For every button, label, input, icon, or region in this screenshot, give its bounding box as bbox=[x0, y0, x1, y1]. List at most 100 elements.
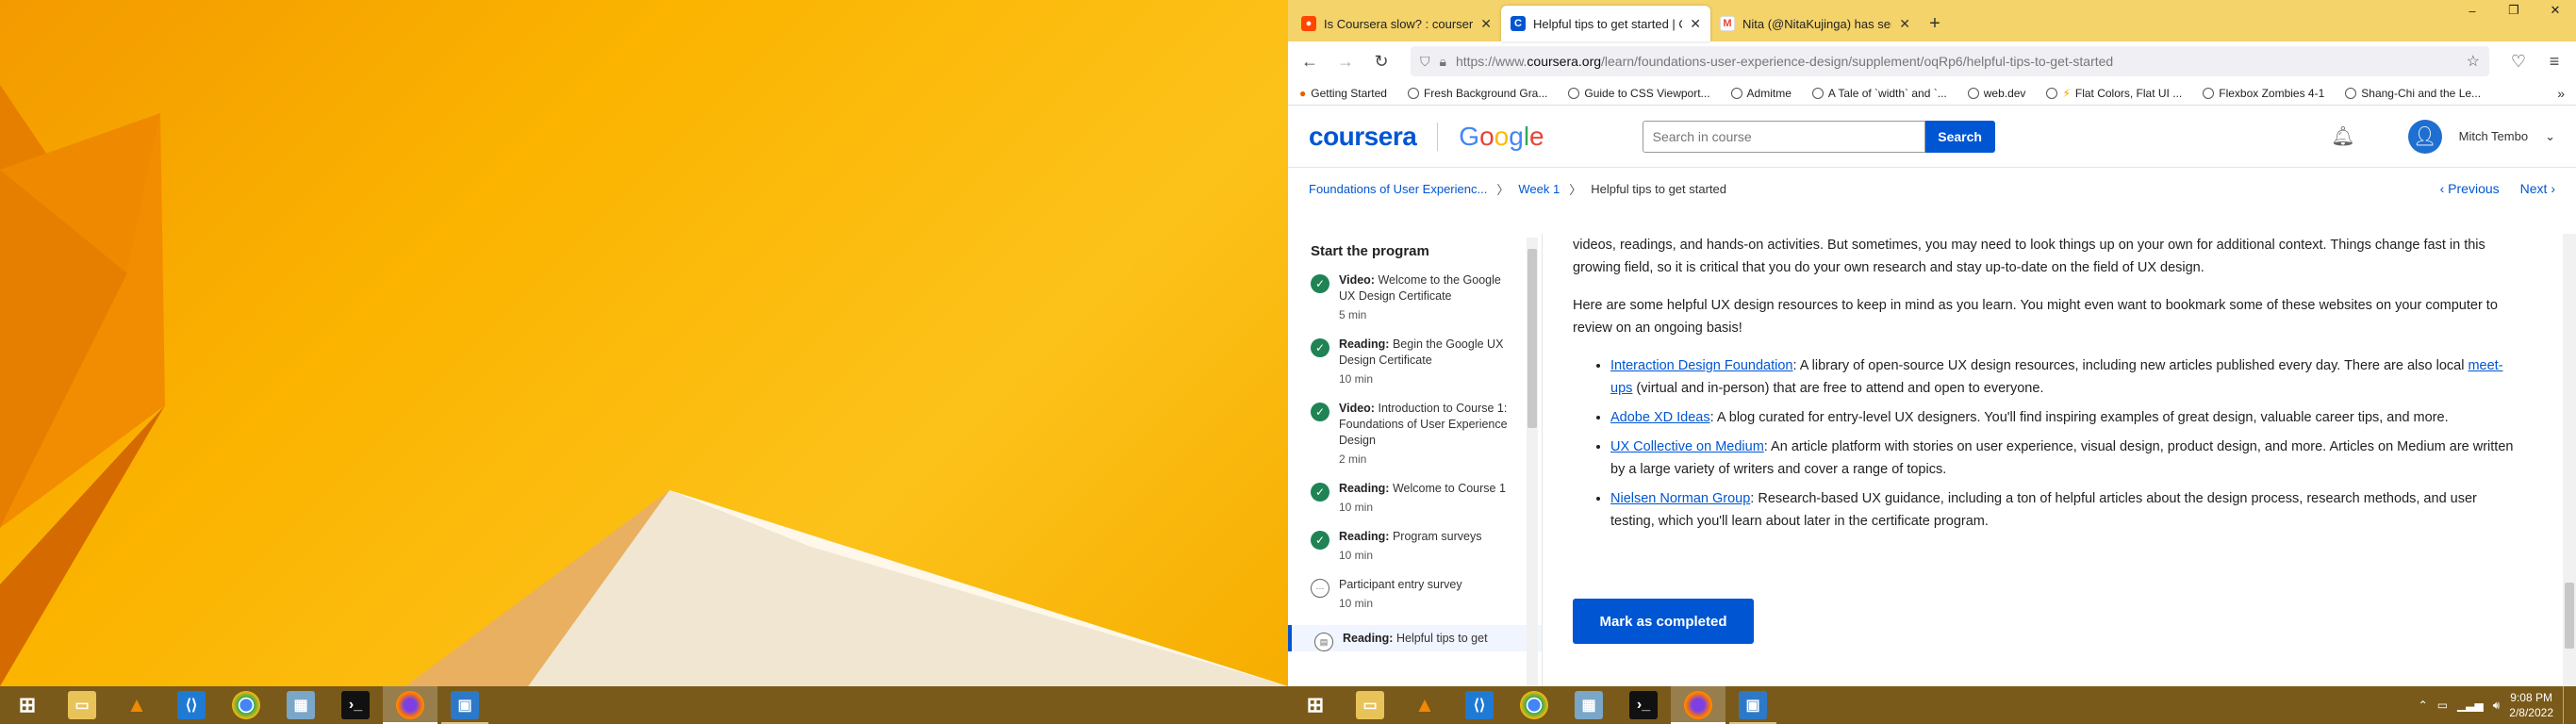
user-name[interactable]: Mitch Tembo bbox=[2459, 129, 2528, 143]
content-scrollbar[interactable] bbox=[2563, 234, 2576, 686]
bookmark-item[interactable]: Guide to CSS Viewport... bbox=[1568, 87, 1710, 100]
sidebar-item[interactable]: ✓ Reading: Welcome to Course 1 10 min bbox=[1311, 481, 1542, 514]
chevron-more-icon[interactable]: » bbox=[2557, 86, 2565, 101]
battery-icon[interactable]: ▭ bbox=[2437, 699, 2448, 712]
globe-icon bbox=[1811, 87, 1824, 99]
sidebar-item[interactable]: ✓ Reading: Program surveys 10 min bbox=[1311, 529, 1542, 562]
taskbar-app-active[interactable] bbox=[383, 686, 438, 724]
taskbar-app[interactable]: ▭ bbox=[1343, 686, 1397, 724]
taskbar-app[interactable]: ▲ bbox=[1397, 686, 1452, 724]
bookmark-item[interactable]: Flexbox Zombies 4-1 bbox=[2203, 87, 2324, 100]
course-search: Search bbox=[1642, 120, 1995, 153]
back-arrow-icon[interactable]: ← bbox=[1294, 46, 1326, 76]
address-bar[interactable]: ⛉ 🔒︎ https://www.coursera.org/learn/foun… bbox=[1411, 46, 2489, 76]
network-icon[interactable]: ▁▃▅ bbox=[2457, 699, 2484, 712]
search-input[interactable] bbox=[1642, 120, 1925, 153]
sidebar-scroll-thumb[interactable] bbox=[1527, 249, 1537, 428]
taskbar-app-active[interactable] bbox=[1671, 686, 1726, 724]
firefox-icon bbox=[396, 691, 424, 719]
resource-link[interactable]: Adobe XD Ideas bbox=[1610, 410, 1710, 425]
notifications-icon[interactable] bbox=[2563, 686, 2570, 724]
chevron-up-icon[interactable]: ⌃ bbox=[2419, 699, 2428, 712]
avatar[interactable]: 👤︎ bbox=[2407, 119, 2442, 154]
taskbar-app[interactable]: ▭ bbox=[55, 686, 109, 724]
taskbar-app[interactable] bbox=[1507, 686, 1561, 724]
forward-arrow-icon[interactable]: → bbox=[1329, 46, 1362, 76]
globe-icon bbox=[1568, 87, 1580, 99]
breadcrumb-week[interactable]: Week 1 bbox=[1518, 182, 1560, 196]
globe-icon bbox=[2203, 87, 2215, 99]
coursera-logo[interactable]: coursera bbox=[1309, 122, 1417, 152]
lightning-icon: ⚡︎ bbox=[2062, 86, 2071, 100]
taskbar-app[interactable]: ▦ bbox=[273, 686, 328, 724]
tab-gmail[interactable]: M Nita (@NitaKujinga) has sent yo ✕ bbox=[1710, 6, 1920, 41]
breadcrumb-course[interactable]: Foundations of User Experienc... bbox=[1309, 182, 1487, 196]
menu-icon[interactable]: ≡ bbox=[2538, 46, 2570, 76]
sidebar-item[interactable]: ⋯ Participant entry survey 10 min bbox=[1311, 577, 1542, 610]
reload-icon[interactable]: ↻ bbox=[1365, 46, 1397, 76]
bookmark-item[interactable]: ⚡︎ Flat Colors, Flat UI ... bbox=[2046, 87, 2182, 100]
sidebar-item-current[interactable]: ▤ Reading: Helpful tips to get bbox=[1288, 625, 1542, 651]
taskbar-app[interactable] bbox=[219, 686, 273, 724]
survey-icon: ⋯ bbox=[1311, 579, 1329, 598]
tab-coursera[interactable]: C Helpful tips to get started | Cou ✕ bbox=[1501, 6, 1710, 41]
navigation-toolbar: ← → ↻ ⛉ 🔒︎ https://www.coursera.org/lear… bbox=[1288, 41, 2576, 81]
minimize-button[interactable]: – bbox=[2452, 0, 2493, 21]
taskbar-app[interactable]: ▦ bbox=[1561, 686, 1616, 724]
sidebar-scrollbar[interactable] bbox=[1527, 238, 1538, 686]
bookmark-item[interactable]: Shang-Chi and the Le... bbox=[2345, 87, 2481, 100]
shield-icon[interactable]: ⛉ bbox=[1420, 54, 1430, 70]
tab-title: Nita (@NitaKujinga) has sent yo bbox=[1742, 16, 1891, 31]
lock-icon[interactable]: 🔒︎ bbox=[1440, 54, 1446, 70]
firefox-window: ● Is Coursera slow? : coursera ✕ C Helpf… bbox=[1288, 0, 2576, 686]
bell-icon[interactable]: 🔔︎ bbox=[2331, 124, 2354, 148]
search-button[interactable]: Search bbox=[1924, 120, 1995, 153]
chevron-down-icon[interactable]: ⌄ bbox=[2545, 129, 2555, 144]
taskbar-app[interactable]: ▲ bbox=[109, 686, 164, 724]
close-window-button[interactable]: ✕ bbox=[2535, 0, 2576, 21]
resource-link[interactable]: Interaction Design Foundation bbox=[1610, 358, 1792, 373]
volume-icon[interactable]: 🔊︎ bbox=[2493, 699, 2501, 713]
bookmark-item[interactable]: A Tale of `width` and `... bbox=[1811, 87, 1947, 100]
sidebar-item[interactable]: ✓ Video: Welcome to the Google UX Design… bbox=[1311, 272, 1542, 321]
close-icon[interactable]: ✕ bbox=[1690, 16, 1701, 32]
resource-link[interactable]: UX Collective on Medium bbox=[1610, 439, 1764, 454]
bookmark-item[interactable]: ● Getting Started bbox=[1299, 87, 1387, 100]
taskbar-app[interactable]: ›_ bbox=[328, 686, 383, 724]
bookmark-item[interactable]: Admitme bbox=[1730, 87, 1792, 100]
resource-link[interactable]: Nielsen Norman Group bbox=[1610, 491, 1750, 506]
new-tab-button[interactable]: + bbox=[1920, 6, 1950, 41]
globe-icon bbox=[1730, 87, 1742, 99]
vlc-icon: ▲ bbox=[1414, 693, 1435, 716]
globe-icon bbox=[1967, 87, 1979, 99]
close-icon[interactable]: ✕ bbox=[1899, 16, 1910, 32]
taskbar-app[interactable]: ⟨⟩ bbox=[164, 686, 219, 724]
paragraph: Here are some helpful UX design resource… bbox=[1573, 298, 2498, 336]
clock[interactable]: 9:08 PM 2/8/2022 bbox=[2509, 690, 2553, 720]
maximize-button[interactable]: ❐ bbox=[2493, 0, 2535, 21]
taskbar-left: ⊞ ▭ ▲ ⟨⟩ ▦ ›_ ▣ bbox=[0, 686, 1288, 724]
desktop-wallpaper-left bbox=[0, 0, 1288, 686]
mark-as-completed-button[interactable]: Mark as completed bbox=[1573, 599, 1754, 644]
taskbar-app[interactable]: ⟨⟩ bbox=[1452, 686, 1507, 724]
bookmark-star-icon[interactable]: ☆ bbox=[2467, 52, 2480, 71]
tab-title: Helpful tips to get started | Cou bbox=[1533, 16, 1682, 31]
close-icon[interactable]: ✕ bbox=[1480, 16, 1492, 32]
paragraph: videos, readings, and hands-on activitie… bbox=[1573, 238, 2485, 275]
bookmark-item[interactable]: Fresh Background Gra... bbox=[1407, 87, 1547, 100]
content-scroll-thumb[interactable] bbox=[2565, 583, 2574, 649]
taskbar-app[interactable]: ▣ bbox=[438, 686, 492, 724]
sidebar-item[interactable]: ✓ Video: Introduction to Course 1: Found… bbox=[1311, 401, 1542, 466]
previous-button[interactable]: ‹ Previous bbox=[2440, 181, 2500, 196]
taskbar-app[interactable]: ›_ bbox=[1616, 686, 1671, 724]
start-button[interactable]: ⊞ bbox=[1288, 686, 1343, 724]
site-header: coursera Google Search 🔔︎ 👤︎ Mitch Tembo… bbox=[1288, 106, 2576, 168]
pocket-icon[interactable]: ♡ bbox=[2502, 46, 2535, 76]
start-button[interactable]: ⊞ bbox=[0, 686, 55, 724]
tab-reddit[interactable]: ● Is Coursera slow? : coursera ✕ bbox=[1292, 6, 1501, 41]
sidebar-item[interactable]: ✓ Reading: Begin the Google UX Design Ce… bbox=[1311, 337, 1542, 386]
reddit-icon: ● bbox=[1301, 16, 1316, 31]
next-button[interactable]: Next › bbox=[2520, 181, 2555, 196]
bookmark-item[interactable]: web.dev bbox=[1967, 87, 2025, 100]
taskbar-app[interactable]: ▣ bbox=[1726, 686, 1780, 724]
